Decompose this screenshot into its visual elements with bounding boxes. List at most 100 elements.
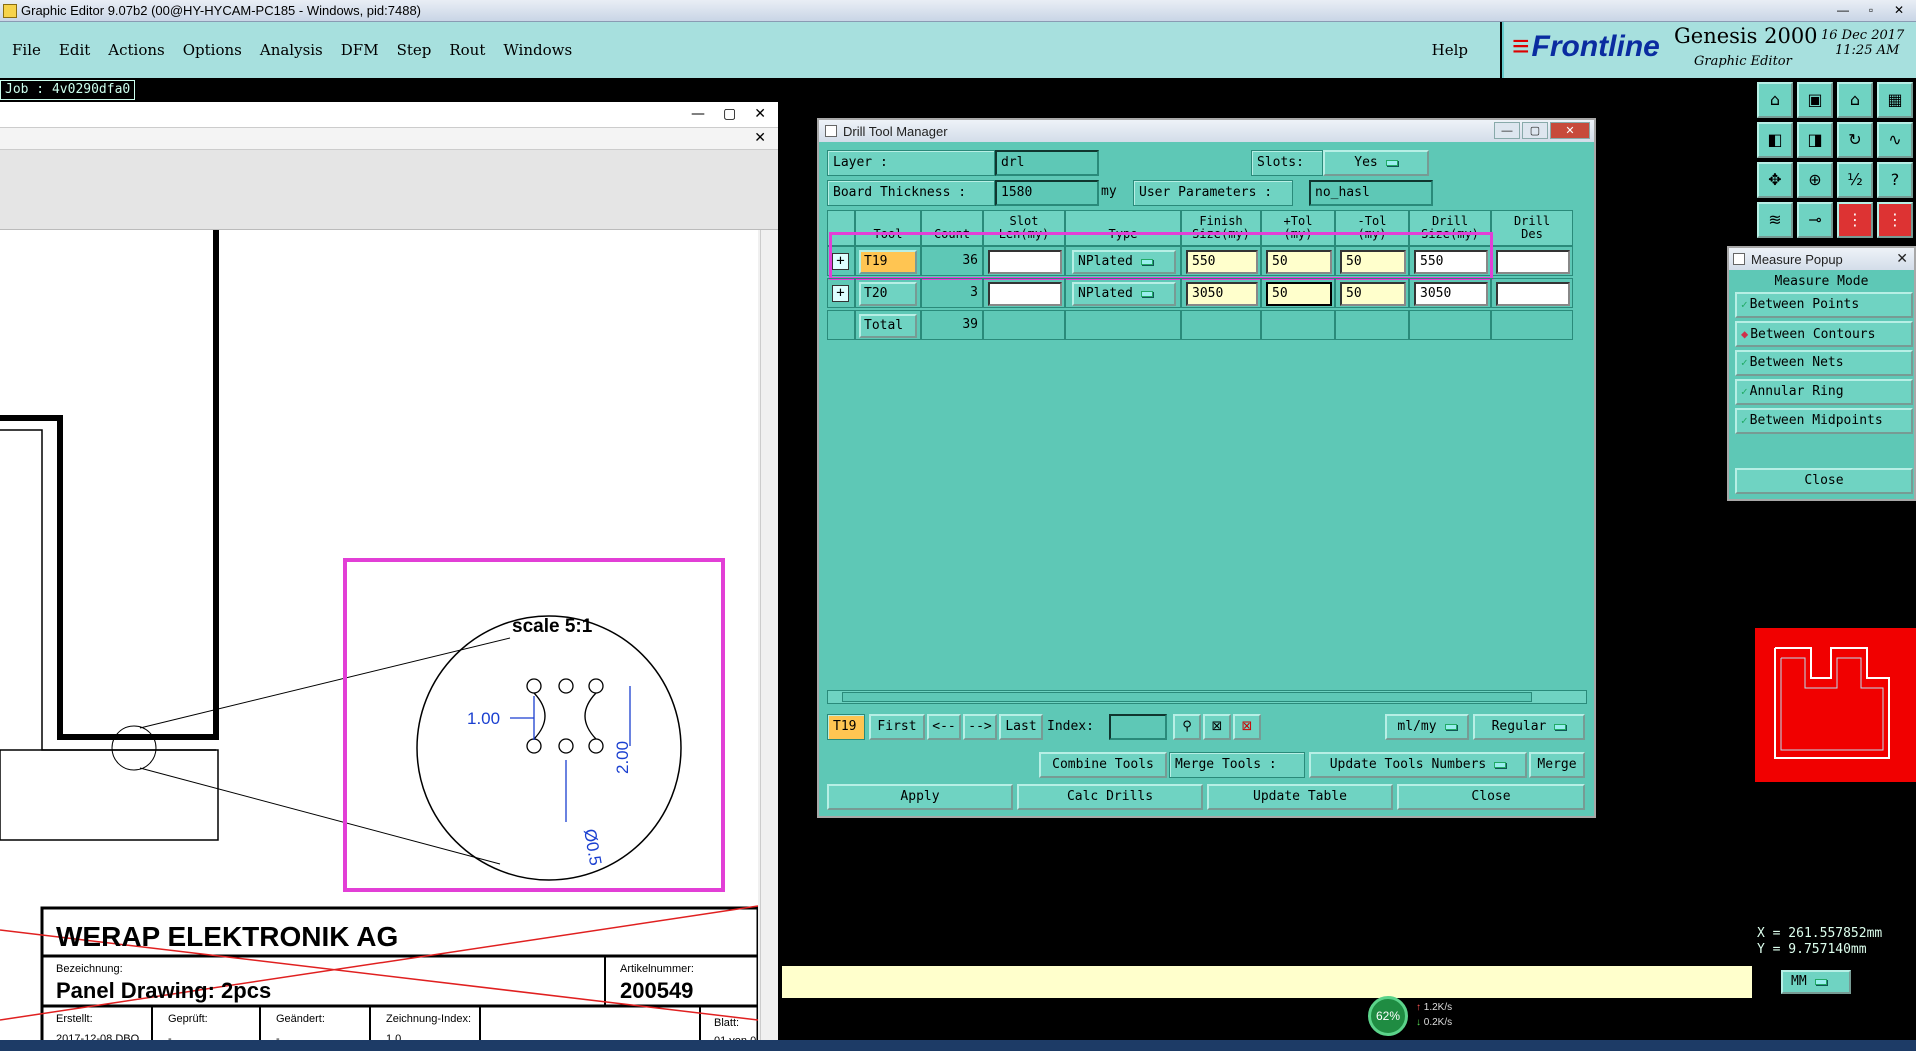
delete-icon[interactable]: ⊠ <box>1233 714 1261 740</box>
slots-option[interactable]: Yes <box>1323 150 1429 176</box>
calc-drills-button[interactable]: Calc Drills <box>1017 784 1203 810</box>
measure-popup-window: Measure Popup ✕ Measure Mode ✓ Between Po… <box>1727 246 1916 501</box>
update-table-button[interactable]: Update Table <box>1207 784 1393 810</box>
layer-field[interactable]: drl <box>995 150 1099 176</box>
merge-option[interactable]: Update Tools Numbers <box>1309 752 1527 778</box>
drill-size-input[interactable]: 3050 <box>1414 282 1488 306</box>
snap-icon[interactable]: ∿ <box>1877 122 1913 158</box>
mode-between-midpoints[interactable]: ✓ Between Midpoints <box>1735 408 1913 434</box>
network-monitor: 62% ↑ 1.2K/s ↓ 0.2K/s <box>1368 996 1488 1036</box>
menu-analysis[interactable]: Analysis <box>260 41 323 59</box>
prev-button[interactable]: <-- <box>927 714 961 740</box>
scroll-thumb[interactable] <box>842 692 1532 702</box>
finish-size-input[interactable]: 3050 <box>1186 282 1258 306</box>
maximize-button[interactable]: ▫ <box>1858 1 1884 19</box>
close-button[interactable]: ✕ <box>1886 1 1912 19</box>
menu-file[interactable]: File <box>12 41 41 59</box>
option-menu-icon <box>1444 723 1457 730</box>
slot-len-input[interactable] <box>988 282 1062 306</box>
slots-label: Slots: <box>1251 150 1323 176</box>
expand-icon[interactable]: + <box>832 285 849 302</box>
units-option[interactable]: MM <box>1781 970 1851 994</box>
dtm-minimize-button[interactable]: — <box>1494 122 1520 139</box>
help-icon[interactable]: ? <box>1877 162 1913 198</box>
measure-icon[interactable]: ⊸ <box>1797 202 1833 238</box>
route-icon[interactable]: ⋮ <box>1877 202 1913 238</box>
user-params-field[interactable]: no_hasl <box>1309 180 1433 206</box>
pan-right-icon[interactable]: ◨ <box>1797 122 1833 158</box>
menu-step[interactable]: Step <box>397 41 432 59</box>
layers-icon[interactable]: ≋ <box>1757 202 1793 238</box>
menu-windows[interactable]: Windows <box>503 41 572 59</box>
minus-tol-input[interactable]: 50 <box>1340 282 1406 306</box>
first-button[interactable]: First <box>869 714 925 740</box>
total-value: 39 <box>921 310 983 340</box>
combine-tools-button[interactable]: Combine Tools <box>1039 752 1167 778</box>
viewer-vertical-scrollbar[interactable] <box>760 230 778 1051</box>
fit-icon[interactable]: ✥ <box>1757 162 1793 198</box>
merge-button[interactable]: Merge <box>1529 752 1585 778</box>
total-row: Total 39 <box>827 310 1587 342</box>
overview-minimap[interactable] <box>1755 628 1916 782</box>
grid-icon[interactable]: ▦ <box>1877 82 1913 118</box>
menu-actions[interactable]: Actions <box>108 41 164 59</box>
menu-rout[interactable]: Rout <box>449 41 485 59</box>
mode-between-nets[interactable]: ✓ Between Nets <box>1735 350 1913 376</box>
viewer-panel-close-icon[interactable]: ✕ <box>754 130 766 146</box>
next-button[interactable]: --> <box>963 714 997 740</box>
measure-close-button[interactable]: Close <box>1735 468 1913 494</box>
menu-dfm[interactable]: DFM <box>341 41 379 59</box>
menu-help[interactable]: Help <box>1432 41 1468 59</box>
artikel-value: 200549 <box>620 978 693 1003</box>
dtm-title: Drill Tool Manager <box>843 123 948 139</box>
home-icon[interactable]: ⌂ <box>1837 82 1873 118</box>
os-taskbar <box>0 1040 1916 1051</box>
minimize-button[interactable]: — <box>1830 1 1856 19</box>
plus-tol-input[interactable]: 50 <box>1266 282 1332 306</box>
viewer-maximize-button[interactable]: ▢ <box>723 106 736 122</box>
zoom-in-icon[interactable]: ▣ <box>1797 82 1833 118</box>
ratio-icon[interactable]: ½ <box>1837 162 1873 198</box>
zoom-home-icon[interactable]: ⌂ <box>1757 82 1793 118</box>
table-row: + T19 36 NPlated 550 50 50 550 <box>827 232 1587 280</box>
menu-edit[interactable]: Edit <box>59 41 90 59</box>
rotate-icon[interactable]: ↻ <box>1837 122 1873 158</box>
thickness-field[interactable]: 1580 <box>995 180 1099 206</box>
viewer-close-button[interactable]: ✕ <box>754 106 766 122</box>
board-lower-rect <box>0 749 219 841</box>
center-icon[interactable]: ⊕ <box>1797 162 1833 198</box>
menu-options[interactable]: Options <box>183 41 242 59</box>
pan-left-icon[interactable]: ◧ <box>1757 122 1793 158</box>
dtm-close-button[interactable]: ✕ <box>1550 122 1590 139</box>
title-bar: Graphic Editor 9.07b2 (00@HY-HYCAM-PC185… <box>0 0 1916 22</box>
app-icon <box>3 3 17 18</box>
dtm-maximize-button[interactable]: ▢ <box>1522 122 1548 139</box>
units-option[interactable]: ml/my <box>1385 714 1469 740</box>
artikel-label: Artikelnummer: <box>620 963 694 975</box>
product-subtitle: Graphic Editor <box>1694 54 1792 69</box>
cpu-percent: 62% <box>1368 996 1408 1036</box>
dtm-close-bottom-button[interactable]: Close <box>1397 784 1585 810</box>
type-option[interactable]: NPlated <box>1072 282 1176 306</box>
bezeichnung-value: Panel Drawing: 2pcs <box>56 978 271 1003</box>
select-icon[interactable]: ⊠ <box>1203 714 1231 740</box>
drill-des-input[interactable] <box>1496 282 1570 306</box>
drill-des-input[interactable] <box>1496 250 1570 274</box>
last-button[interactable]: Last <box>999 714 1043 740</box>
viewer-minimize-button[interactable]: — <box>691 106 705 122</box>
job-label: Job : 4v0290dfa0 <box>0 80 136 100</box>
index-input[interactable] <box>1109 714 1167 740</box>
table-horizontal-scrollbar[interactable] <box>827 690 1587 704</box>
date-time: 16 Dec 2017 11:25 AM <box>1821 28 1904 58</box>
lock-icon[interactable]: ⚲ <box>1173 714 1201 740</box>
drill-icon[interactable]: ⋮ <box>1837 202 1873 238</box>
mode-option[interactable]: Regular <box>1473 714 1585 740</box>
mode-annular-ring[interactable]: ✓ Annular Ring <box>1735 379 1913 405</box>
geaendert-label: Geändert: <box>276 1013 325 1025</box>
tool-name[interactable]: T20 <box>859 282 917 306</box>
mode-between-points[interactable]: ✓ Between Points <box>1735 292 1913 318</box>
measure-close-icon[interactable]: ✕ <box>1896 250 1908 267</box>
mode-between-contours[interactable]: ◆ Between Contours <box>1735 321 1913 347</box>
apply-button[interactable]: Apply <box>827 784 1013 810</box>
upload-rate: ↑ 1.2K/s <box>1416 1002 1453 1013</box>
